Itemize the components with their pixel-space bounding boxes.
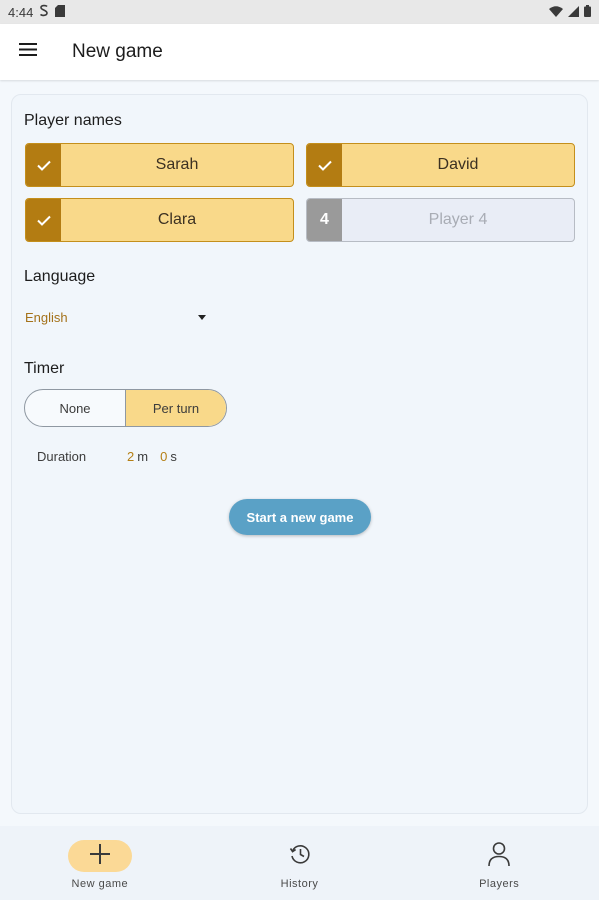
player-name: David: [437, 156, 479, 173]
player-name-placeholder: Player 4: [428, 211, 488, 228]
check-icon: [26, 144, 61, 186]
person-icon: [487, 841, 511, 872]
player-chip-david[interactable]: David: [306, 143, 575, 187]
language-value: English: [25, 309, 68, 325]
check-icon: [26, 199, 61, 241]
language-label: Language: [24, 268, 96, 285]
nav-icon-container: [268, 840, 332, 872]
nav-new-game[interactable]: New game: [0, 826, 200, 900]
player-chip-clara[interactable]: Clara: [25, 198, 294, 242]
player-chip-sarah[interactable]: Sarah: [25, 143, 294, 187]
hamburger-menu-icon: [19, 43, 37, 61]
timer-option-none[interactable]: None: [25, 390, 125, 426]
bottom-navigation: New game History Players: [0, 826, 599, 900]
duration-label: Duration: [37, 449, 87, 464]
signal-icon: [568, 5, 579, 20]
wifi-icon: [549, 5, 563, 20]
player-number-badge: 4: [307, 199, 342, 241]
timer-option-per-turn[interactable]: Per turn: [125, 390, 226, 426]
player-name: Clara: [157, 211, 197, 228]
minutes-unit: m: [137, 449, 149, 464]
menu-button[interactable]: [0, 24, 56, 80]
sd-card-icon: [55, 4, 66, 20]
player-chip-4[interactable]: 4 Player 4: [306, 198, 575, 242]
nav-history[interactable]: History: [200, 826, 400, 900]
nav-indicator: [67, 840, 132, 872]
page-title: New game: [72, 41, 163, 62]
battery-icon: [584, 4, 591, 20]
language-dropdown[interactable]: English: [25, 305, 210, 329]
status-bar: 4:44: [0, 0, 599, 24]
s-notification-icon: [39, 4, 49, 20]
player-names-label: Player names: [24, 112, 122, 129]
duration-seconds[interactable]: 0: [160, 449, 167, 464]
history-icon: [288, 842, 312, 871]
timer-label: Timer: [24, 360, 65, 377]
top-app-bar: New game: [0, 24, 599, 80]
duration-row: Duration 2 m 0 s: [37, 449, 189, 464]
player-name: Sarah: [155, 156, 199, 173]
seconds-unit: s: [170, 449, 177, 464]
nav-players[interactable]: Players: [399, 826, 599, 900]
nav-label-history: History: [280, 878, 319, 890]
check-icon: [307, 144, 342, 186]
nav-label-players: Players: [479, 878, 520, 890]
nav-label-new-game: New game: [71, 878, 129, 890]
start-new-game-button[interactable]: Start a new game: [229, 499, 371, 535]
duration-minutes[interactable]: 2: [127, 449, 134, 464]
nav-icon-container: [467, 840, 531, 872]
status-time: 4:44: [8, 4, 34, 20]
timer-mode-toggle: None Per turn: [24, 389, 227, 427]
dropdown-arrow-icon: [198, 314, 206, 320]
plus-icon: [89, 843, 110, 869]
